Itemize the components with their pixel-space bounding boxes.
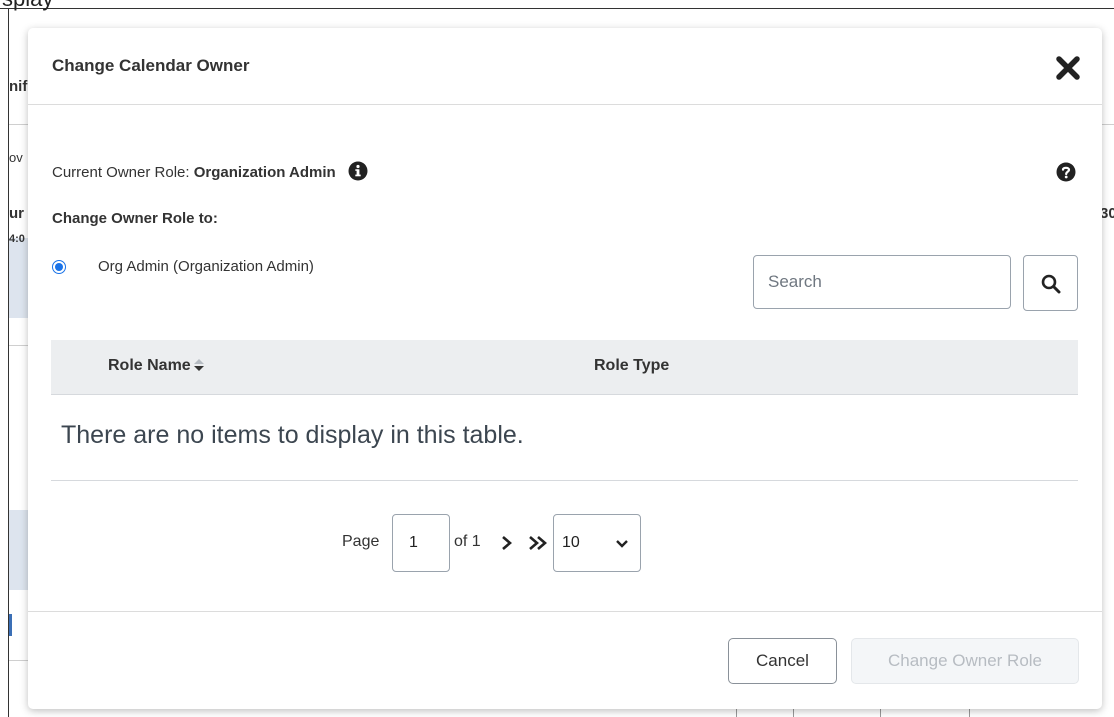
column-role-type: Role Type [594,357,670,374]
background-row-highlight [9,238,28,318]
cancel-button[interactable]: Cancel [728,638,837,684]
sort-icon[interactable] [193,358,205,377]
page-number-input[interactable] [392,514,450,572]
role-radio[interactable] [52,260,66,274]
info-icon[interactable] [348,161,368,185]
dialog-header: Change Calendar Owner [28,28,1102,105]
last-page-button[interactable] [528,533,550,558]
current-owner-label: Current Owner Role: [52,164,190,181]
background-divider [9,345,28,346]
background-accent-bar [9,614,12,636]
next-page-button[interactable] [500,533,514,558]
dialog-title: Change Calendar Owner [52,56,250,75]
roles-table-header: Role Name Role Type [51,340,1078,395]
background-text: 4:0 [9,233,25,245]
column-role-name[interactable]: Role Name [108,357,205,377]
change-owner-dialog: Change Calendar Owner Current Owner Role… [28,28,1102,709]
page-total-label: of 1 [454,533,481,550]
pagination: Page of 1 10 [28,514,1102,572]
role-option-label: Org Admin (Organization Admin) [98,258,314,275]
background-row-highlight [9,510,28,590]
help-icon[interactable] [1056,162,1076,187]
double-chevron-right-icon [529,536,547,550]
close-button[interactable] [1054,54,1082,82]
background-divider [9,660,28,661]
column-role-name-label: Role Name [108,357,191,374]
table-divider [51,480,1078,481]
background-text: ov [9,150,23,165]
search-icon [1041,274,1061,294]
background-frame-left [8,8,9,717]
page-label: Page [342,533,380,550]
current-owner-line: Current Owner Role: Organization Admin [52,161,368,185]
background-frame-top [0,8,1114,9]
background-divider [1102,124,1114,125]
background-heading: splay [2,0,53,12]
page-size-select[interactable]: 10 [553,514,641,572]
background-text: ur [9,205,24,222]
current-owner-value: Organization Admin [193,164,336,181]
close-icon [1056,56,1080,80]
search-button[interactable] [1023,255,1078,311]
footer-divider [28,611,1102,612]
background-text: nif [9,78,28,95]
background-text: 30 [1100,205,1114,222]
change-owner-role-label: Change Owner Role to: [52,210,218,227]
page-size-value: 10 [562,534,580,551]
background-divider [9,124,28,125]
change-owner-role-button[interactable]: Change Owner Role [851,638,1079,684]
empty-table-message: There are no items to display in this ta… [61,421,524,449]
chevron-right-icon [502,536,512,550]
search-input[interactable] [753,255,1011,309]
chevron-down-icon [616,540,628,548]
